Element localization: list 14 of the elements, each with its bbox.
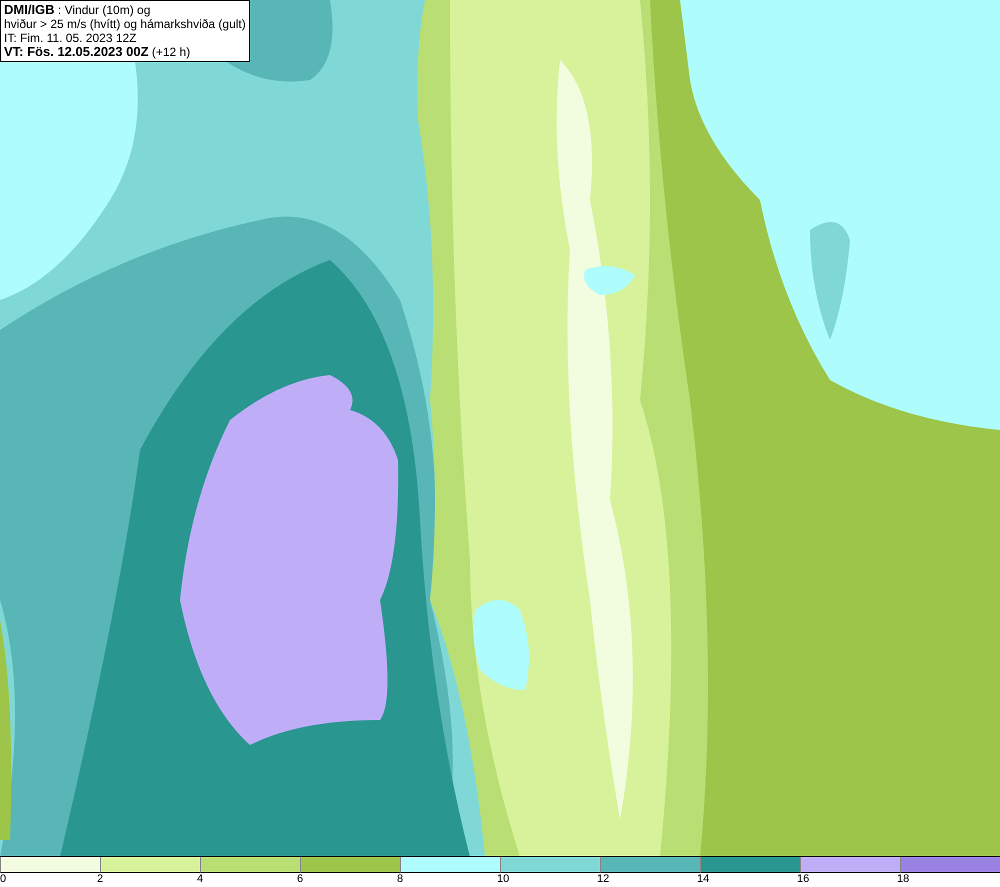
legend-tick-label: 2 (97, 873, 104, 886)
legend-tick-label: 4 (197, 873, 204, 886)
title-line: DMI/IGB : Vindur (10m) og (4, 3, 152, 17)
title-line: VT: Fös. 12.05.2023 00Z (+12 h) (4, 45, 192, 59)
legend-tick-label: 6 (297, 873, 304, 886)
legend-tick-label: 0 (0, 873, 6, 886)
title-line: IT: Fim. 11. 05. 2023 12Z (4, 31, 138, 45)
title-line: hviður > 25 m/s (hvítt) og hámarkshviða (gult) (4, 17, 246, 31)
legend-tick-label: 14 (697, 873, 710, 886)
legend-tick-label: 12 (597, 873, 610, 886)
legend-tick-label: 8 (397, 873, 404, 886)
legend-tick-label: 18 (897, 873, 910, 886)
legend-tick-label: 10 (497, 873, 510, 886)
legend-tick-label: 16 (797, 873, 810, 886)
